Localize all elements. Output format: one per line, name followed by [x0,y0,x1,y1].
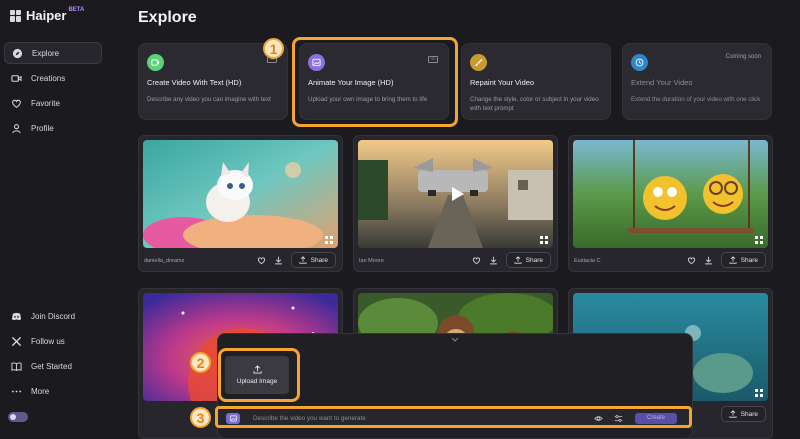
video-thumbnail[interactable] [573,140,768,248]
share-label: Share [740,410,758,418]
clock-icon [631,54,648,71]
haiper-logo[interactable]: Haiper BETA [10,6,85,23]
grid-icon [755,389,763,397]
heart-icon [12,99,21,108]
share-button[interactable]: Share [720,406,766,422]
sidebar-item-label: Explore [32,48,60,58]
download-icon[interactable] [489,256,498,265]
video-actions: Share [687,252,766,268]
sidebar-item-creations[interactable]: Creations [4,67,102,89]
user-icon [12,123,21,133]
video-author[interactable]: Eustacia C [574,258,601,264]
sidebar-item-label: Follow us [31,336,65,346]
sidebar-item-label: Favorite [31,98,60,108]
coming-soon-badge: Coming soon [725,54,761,60]
step-badge-1: 1 [263,38,284,59]
sidebar-item-follow-us[interactable]: Follow us [4,330,102,352]
chevron-down-icon[interactable] [451,337,459,342]
share-label: Share [740,256,758,264]
video-actions: Share [720,406,766,422]
feature-desc: Change the style, color or subject in yo… [470,96,599,112]
download-icon[interactable] [274,256,283,265]
more-icon [11,390,22,392]
video-actions: Share [472,252,551,268]
video-card[interactable]: daniella_dreamz Share [138,135,343,272]
sidebar-item-label: Creations [31,73,66,83]
discord-icon [11,312,22,320]
feature-title: Create Video With Text (HD) [147,78,242,87]
x-icon [11,336,22,346]
highlight-prompt-bar [215,406,692,428]
share-button[interactable]: Share [290,252,336,268]
feature-title: Repaint Your Video [470,78,535,87]
share-button[interactable]: Share [720,252,766,268]
sidebar-item-label: Get Started [31,361,72,371]
share-button[interactable]: Share [505,252,551,268]
feature-desc: Describe any video you can imagine with … [147,96,271,103]
grid-icon [540,236,548,244]
sidebar-item-label: Profile [31,123,54,133]
video-author[interactable]: Ian Moore [359,258,384,264]
sidebar-item-label: More [31,386,50,396]
heart-icon[interactable] [472,256,481,265]
book-icon [11,361,22,371]
paint-brush-icon [470,54,487,71]
share-label: Share [525,256,543,264]
feature-card-repaint-video[interactable]: Repaint Your Video Change the style, col… [461,43,611,120]
feature-desc: Extend the duration of your video with o… [631,96,761,103]
page-title: Explore [138,9,197,26]
video-icon [11,74,22,82]
highlight-animate-image [292,37,458,127]
video-thumbnail[interactable] [358,140,553,248]
sidebar-bottom-nav: Join Discord Follow us Get Started More [4,305,102,405]
share-label: Share [310,256,328,264]
video-card[interactable]: Ian Moore Share [353,135,558,272]
share-icon [729,410,737,418]
sidebar: Haiper BETA Explore Creations Favorite P… [0,0,112,439]
heart-icon[interactable] [687,256,696,265]
sidebar-item-favorite[interactable]: Favorite [4,92,102,114]
video-card[interactable]: Eustacia C Share [568,135,773,272]
heart-icon[interactable] [257,256,266,265]
sidebar-item-join-discord[interactable]: Join Discord [4,305,102,327]
sidebar-item-get-started[interactable]: Get Started [4,355,102,377]
step-badge-2: 2 [190,352,211,373]
video-actions: Share [257,252,336,268]
highlight-upload-image [218,348,300,402]
sidebar-item-explore[interactable]: Explore [4,42,102,64]
video-author[interactable]: daniella_dreamz [144,258,184,264]
sidebar-item-more[interactable]: More [4,380,102,402]
download-icon[interactable] [704,256,713,265]
play-icon[interactable] [451,187,464,201]
grid-icon [755,236,763,244]
feature-card-extend-video: Coming soon Extend Your Video Extend the… [622,43,772,120]
share-icon [299,256,307,264]
grid-icon [325,236,333,244]
logo-mark-icon [10,9,22,22]
app-name: Haiper [26,8,67,23]
share-icon [729,256,737,264]
sidebar-item-label: Join Discord [31,311,76,321]
video-thumbnail[interactable] [143,140,338,248]
feature-title: Extend Your Video [631,78,693,87]
share-icon [514,256,522,264]
theme-toggle[interactable] [8,412,28,422]
text-to-video-icon [147,54,164,71]
compass-icon [12,48,23,58]
sidebar-item-profile[interactable]: Profile [4,117,102,139]
beta-badge: BETA [68,6,85,13]
sidebar-nav: Explore Creations Favorite Profile [4,42,102,142]
step-badge-3: 3 [190,407,211,428]
